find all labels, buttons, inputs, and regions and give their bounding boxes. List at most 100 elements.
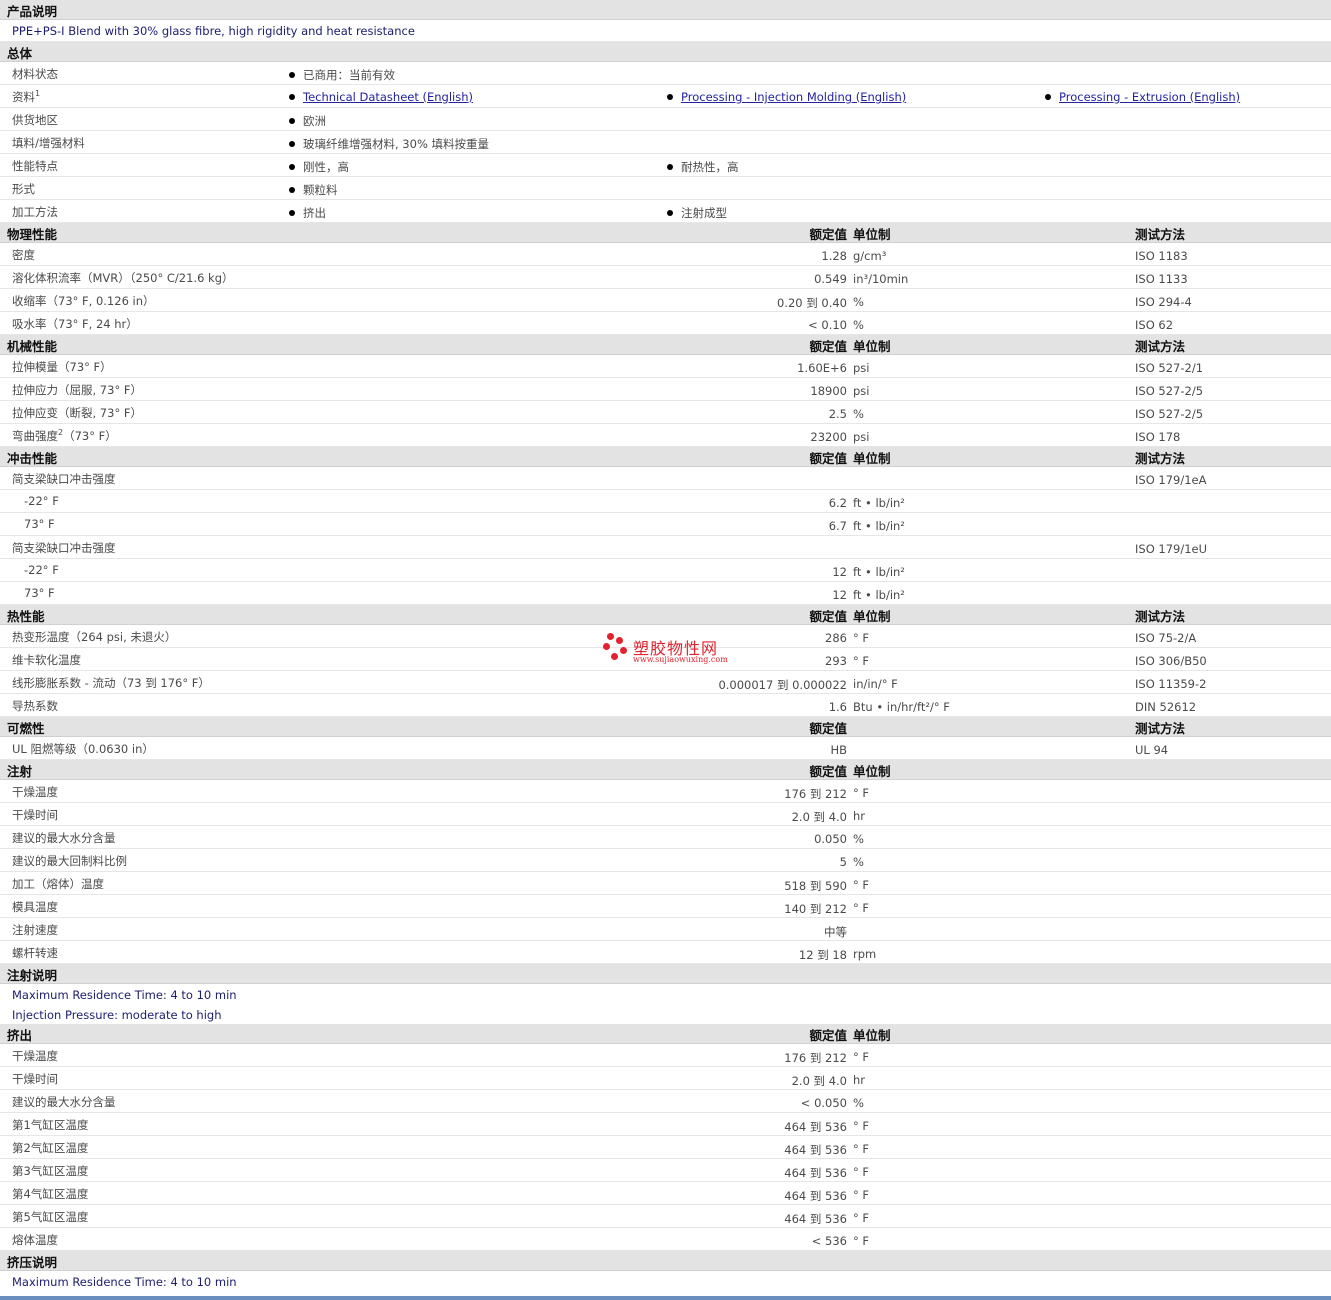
property-row: 拉伸应变（断裂, 73° F） 2.5% ISO 527-2/5: [0, 401, 1331, 424]
note-row: Maximum Residence Time: 4 to 10 min: [0, 1271, 1331, 1291]
property-row: 熔体温度 < 536 ° F: [0, 1228, 1331, 1251]
note-row: Maximum Residence Time: 4 to 10 min: [0, 984, 1331, 1004]
general-item: 颗粒料: [289, 182, 338, 198]
property-unit: rpm: [853, 947, 877, 961]
property-name: 拉伸应变（断裂, 73° F）: [12, 405, 142, 421]
property-unit: ft • lb/in²: [853, 496, 905, 510]
property-value: < 0.10: [808, 318, 847, 332]
general-item[interactable]: Technical Datasheet (English): [289, 90, 473, 104]
general-label: 填料/增强材料: [12, 135, 85, 151]
test-method: ISO 527-2/5: [1135, 384, 1204, 398]
property-label: 第5气缸区温度: [12, 1210, 89, 1224]
general-label-text: 性能特点: [12, 159, 58, 173]
bottom-scroll-edge: [0, 1296, 1331, 1300]
property-unit: in/in/° F: [853, 677, 898, 691]
general-item[interactable]: Processing - Injection Molding (English): [667, 90, 906, 104]
property-value: 0.050: [814, 832, 847, 846]
property-value: < 0.050: [800, 1096, 847, 1110]
bullet-icon: [667, 164, 673, 170]
property-name: 73° F: [24, 586, 55, 600]
test-method: ISO 179/1eU: [1135, 542, 1208, 556]
header-value: 额定值: [809, 721, 847, 736]
test-method: ISO 1133: [1135, 272, 1188, 286]
general-item-text: 刚性，高: [303, 160, 349, 174]
general-item[interactable]: Processing - Extrusion (English): [1045, 90, 1240, 104]
property-unit: ° F: [853, 1211, 870, 1225]
general-item-text: 已商用：当前有效: [303, 68, 395, 82]
property-name: 线形膨胀系数 - 流动（73 到 176° F）: [12, 675, 210, 691]
test-method: DIN 52612: [1135, 700, 1197, 714]
property-label: 溶化体积流率（MVR）（250° C/21.6 kg）: [12, 271, 234, 285]
property-row: 干燥温度 176 到 212 ° F: [0, 780, 1331, 803]
header-test-method: 测试方法: [1135, 339, 1186, 354]
property-row: 注射速度 中等: [0, 918, 1331, 941]
watermark-logo: 塑胶物性网 www.sujiaowuxing.com: [603, 633, 743, 667]
property-name: 加工（熔体）温度: [12, 876, 104, 892]
bullet-icon: [289, 164, 295, 170]
property-row: 第5气缸区温度 464 到 536 ° F: [0, 1205, 1331, 1228]
general-row: 性能特点 刚性，高 耐热性，高: [0, 154, 1331, 177]
property-value: 18900: [810, 384, 847, 398]
header-test-method: 测试方法: [1135, 721, 1186, 736]
property-value: 286: [825, 631, 847, 645]
footnote-ref: 1: [35, 89, 41, 99]
property-name: 简支梁缺口冲击强度: [12, 540, 116, 556]
section-header-mechanical: 机械性能 额定值 单位制 测试方法: [0, 335, 1331, 355]
document-link[interactable]: Technical Datasheet (English): [303, 90, 473, 104]
property-row: 吸水率（73° F, 24 hr） < 0.10% ISO 62: [0, 312, 1331, 335]
property-row: -22° F 6.2 ft • lb/in²: [0, 490, 1331, 513]
property-label: 拉伸模量（73° F）: [12, 360, 112, 374]
general-label: 加工方法: [12, 204, 58, 220]
property-name: 73° F: [24, 517, 55, 531]
property-name: 拉伸模量（73° F）: [12, 359, 112, 375]
property-row: 干燥时间 2.0 到 4.0 hr: [0, 803, 1331, 826]
property-value: 464 到 536: [784, 1166, 847, 1180]
property-label: 加工（熔体）温度: [12, 877, 104, 891]
watermark-url: www.sujiaowuxing.com: [633, 655, 728, 664]
bullet-icon: [289, 210, 295, 216]
property-value: 1.6: [828, 700, 847, 714]
property-label: 73° F: [24, 517, 55, 531]
property-name: 干燥温度: [12, 784, 58, 800]
property-row: 收缩率（73° F, 0.126 in） 0.20 到 0.40% ISO 294-…: [0, 289, 1331, 312]
property-unit: ° F: [853, 901, 870, 915]
bullet-icon: [667, 210, 673, 216]
property-row: 加工（熔体）温度 518 到 590 ° F: [0, 872, 1331, 895]
property-row: 线形膨胀系数 - 流动（73 到 176° F） 0.000017 到 0.000…: [0, 671, 1331, 694]
header-test-method: 测试方法: [1135, 451, 1186, 466]
property-unit: ft • lb/in²: [853, 519, 905, 533]
property-label: 简支梁缺口冲击强度: [12, 472, 116, 486]
property-row: 密度 1.28 g/cm³ ISO 1183: [0, 243, 1331, 266]
general-item: 已商用：当前有效: [289, 67, 395, 83]
section-title: 注射: [7, 764, 33, 779]
property-row: 73° F 12 ft • lb/in²: [0, 582, 1331, 605]
property-unit: %: [853, 855, 864, 869]
property-value: 0.20 到 0.40: [776, 296, 847, 310]
test-method: ISO 527-2/5: [1135, 407, 1204, 421]
property-value: 2.0 到 4.0: [791, 1074, 847, 1088]
property-label: 密度: [12, 248, 35, 262]
general-item: 刚性，高: [289, 159, 349, 175]
property-value: 12: [832, 565, 847, 579]
bullet-icon: [289, 118, 295, 124]
property-unit: %: [853, 407, 864, 421]
property-label: 建议的最大水分含量: [12, 831, 116, 845]
property-name: 建议的最大回制料比例: [12, 853, 127, 869]
general-item: 注射成型: [667, 205, 727, 221]
property-label: 拉伸应变（断裂, 73° F）: [12, 406, 142, 420]
general-label: 资料1: [12, 89, 40, 105]
document-link[interactable]: Processing - Injection Molding (English): [681, 90, 906, 104]
property-unit: psi: [853, 384, 870, 398]
property-unit: ° F: [853, 654, 870, 668]
property-name: 简支梁缺口冲击强度: [12, 471, 116, 487]
property-label: 拉伸应力（屈服, 73° F）: [12, 383, 142, 397]
property-row: 简支梁缺口冲击强度 ISO 179/1eA: [0, 467, 1331, 490]
general-label-text: 形式: [12, 182, 35, 196]
document-link[interactable]: Processing - Extrusion (English): [1059, 90, 1240, 104]
note-text: Maximum Residence Time: 4 to 10 min: [12, 988, 237, 1002]
property-unit: ° F: [853, 1119, 870, 1133]
header-unit: 单位制: [853, 1028, 891, 1043]
property-unit: ° F: [853, 1234, 870, 1248]
property-label: 吸水率（73° F, 24 hr）: [12, 317, 138, 331]
section-title: 产品说明: [7, 4, 58, 19]
